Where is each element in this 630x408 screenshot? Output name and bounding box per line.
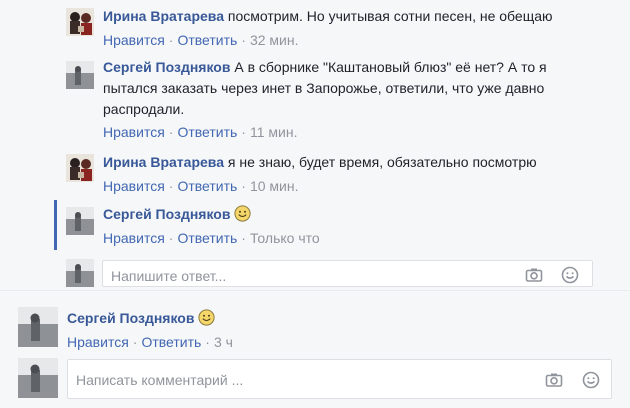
reply-1-text: посмотрим. Но учитывая сотни песен, не о… (227, 8, 553, 24)
reply-2-text-line-2: пытался заказать через инет в Запорожье,… (103, 80, 545, 96)
reply-2-body: Сергей Поздняков А в сборнике "Каштановы… (103, 57, 623, 120)
reply-input-placeholder: Напишите ответ... (111, 268, 227, 284)
separator-dot: · (168, 178, 174, 194)
reply-1-actions: Нравится · Ответить · 32 мин. (103, 31, 299, 49)
reply-3-text: я не знаю, будет время, обязательно посм… (227, 154, 537, 170)
smile-emoji (198, 309, 216, 326)
comment-actions: Нравится · Ответить · 3 ч (67, 333, 233, 351)
comment-reply-link[interactable]: Ответить (141, 334, 201, 350)
smiley-icon[interactable] (582, 371, 600, 389)
reply-input[interactable]: Напишите ответ... (102, 260, 593, 287)
smiley-icon[interactable] (561, 266, 579, 284)
reply-1-time[interactable]: 32 мин. (250, 32, 299, 48)
separator-dot: · (168, 124, 174, 140)
separator-dot: · (132, 334, 138, 350)
separator-dot: · (241, 124, 246, 140)
avatar-sergey[interactable] (66, 61, 94, 89)
smile-emoji (234, 205, 252, 222)
reply-1-author[interactable]: Ирина Вратарева (103, 8, 224, 24)
avatar-current-user (66, 259, 94, 287)
reply-2-like-link[interactable]: Нравится (103, 124, 165, 140)
avatar-current-user (18, 358, 58, 398)
comment-input-placeholder: Написать комментарий ... (76, 372, 244, 388)
reply-4-time[interactable]: Только что (250, 230, 320, 246)
camera-icon[interactable] (545, 371, 563, 389)
reply-3-reply-link[interactable]: Ответить (177, 178, 237, 194)
comment-author[interactable]: Сергей Поздняков (67, 310, 194, 326)
reply-1-like-link[interactable]: Нравится (103, 32, 165, 48)
reply-1-reply-link[interactable]: Ответить (177, 32, 237, 48)
reply-4-actions: Нравится · Ответить · Только что (103, 229, 320, 247)
reply-2-author[interactable]: Сергей Поздняков (103, 59, 230, 75)
comment-time[interactable]: 3 ч (214, 334, 233, 350)
reply-3-like-link[interactable]: Нравится (103, 178, 165, 194)
separator-dot: · (241, 178, 246, 194)
reply-4-body: Сергей Поздняков (103, 204, 623, 225)
reply-2-actions: Нравится · Ответить · 11 мин. (103, 123, 297, 141)
comment-body: Сергей Поздняков (67, 308, 607, 329)
reply-4-author[interactable]: Сергей Поздняков (103, 206, 230, 222)
separator-dot: · (168, 230, 174, 246)
divider (0, 290, 630, 291)
reply-1-body: Ирина Вратарева посмотрим. Но учитывая с… (103, 6, 623, 27)
reply-3-actions: Нравится · Ответить · 10 мин. (103, 177, 299, 195)
reply-3-author[interactable]: Ирина Вратарева (103, 154, 224, 170)
reply-2-time[interactable]: 11 мин. (250, 124, 298, 140)
reply-4-reply-link[interactable]: Ответить (177, 230, 237, 246)
reply-2-text-line-3: распродали. (103, 101, 185, 117)
avatar-irina[interactable] (66, 154, 94, 182)
avatar-sergey[interactable] (18, 307, 58, 347)
reply-3-time[interactable]: 10 мин. (250, 178, 299, 194)
reply-2-reply-link[interactable]: Ответить (177, 124, 237, 140)
comment-like-link[interactable]: Нравится (67, 334, 129, 350)
comment-input[interactable]: Написать комментарий ... (67, 359, 612, 399)
reply-4-like-link[interactable]: Нравится (103, 230, 165, 246)
camera-icon[interactable] (525, 266, 543, 284)
reply-3-body: Ирина Вратарева я не знаю, будет время, … (103, 152, 623, 173)
separator-dot: · (241, 32, 246, 48)
new-reply-highlight-bar (54, 200, 57, 250)
separator-dot: · (241, 230, 246, 246)
avatar-irina[interactable] (66, 8, 94, 36)
separator-dot: · (168, 32, 174, 48)
separator-dot: · (205, 334, 210, 350)
reply-2-text-line-1: А в сборнике "Каштановый блюз" её нет? А… (234, 59, 547, 75)
avatar-sergey[interactable] (66, 207, 94, 235)
